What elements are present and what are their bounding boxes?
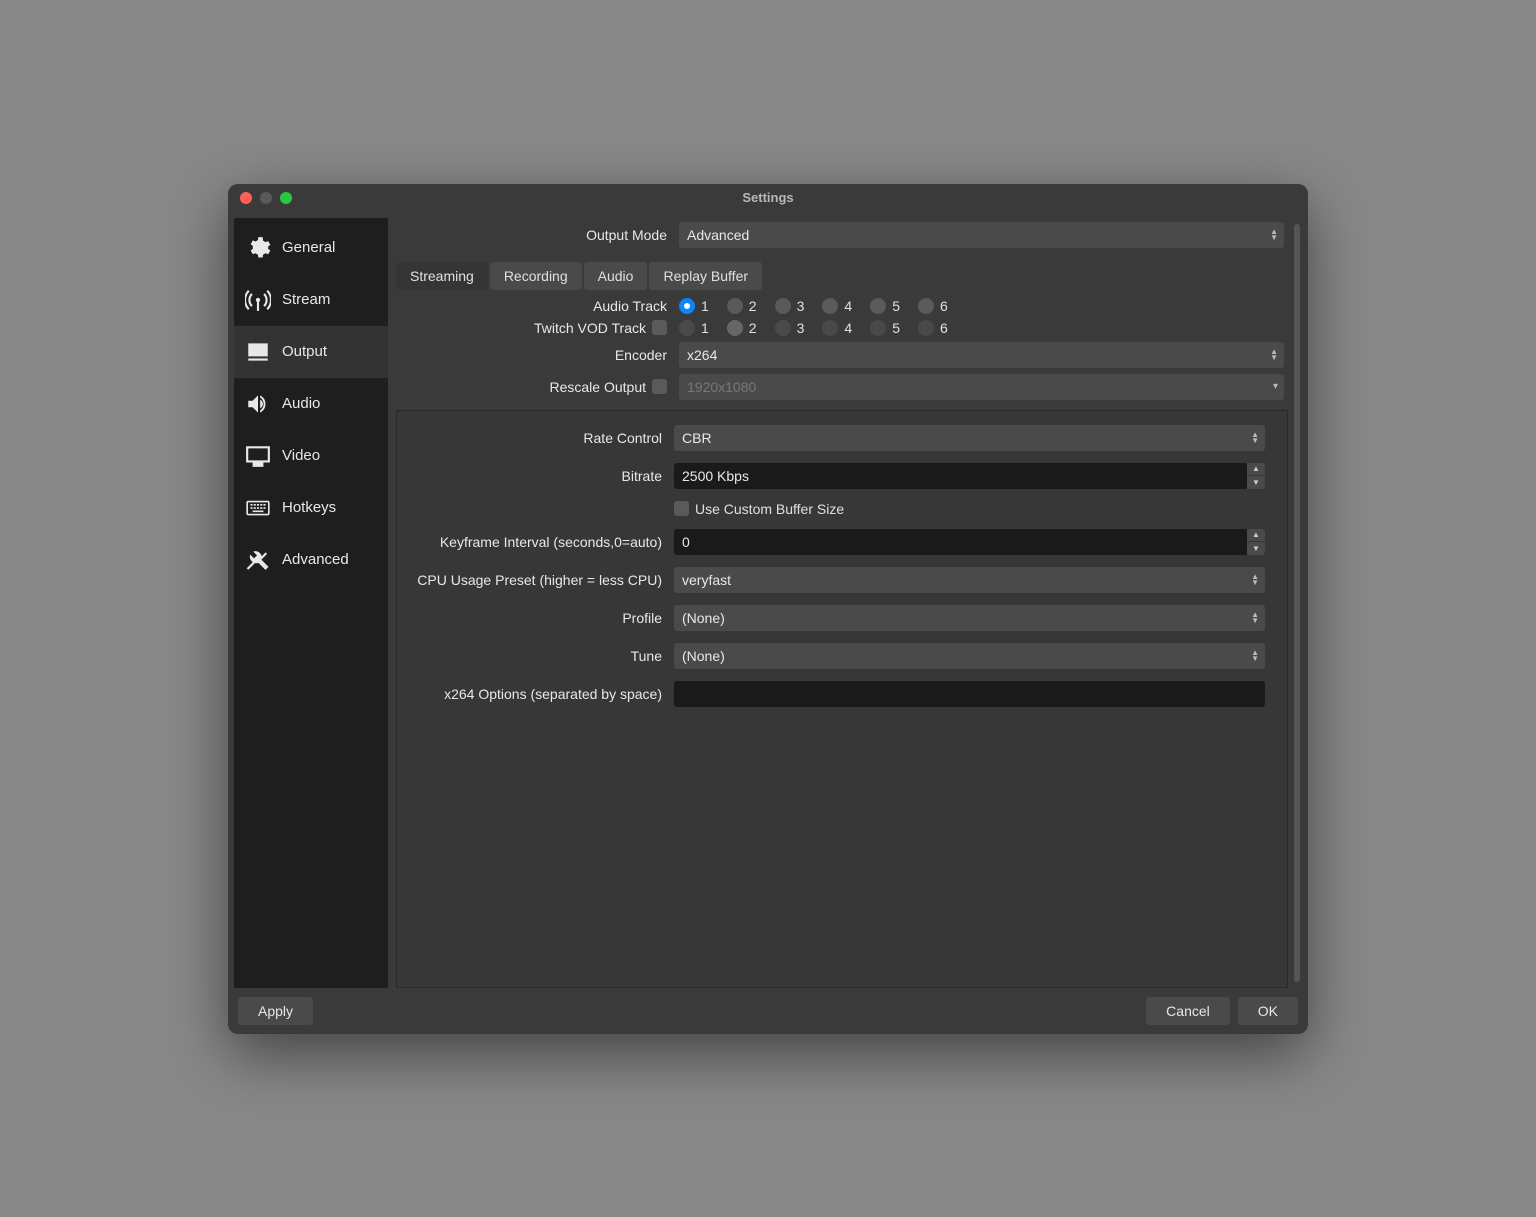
twitch-vod-checkbox[interactable]: [652, 320, 667, 335]
sidebar-item-stream[interactable]: Stream: [234, 274, 388, 326]
audio-track-label: Audio Track: [396, 298, 671, 314]
speaker-icon: [244, 390, 272, 418]
bitrate-value: 2500 Kbps: [682, 468, 749, 484]
spin-arrows-icon[interactable]: ▲▼: [1247, 463, 1265, 489]
audio-track-radio-5[interactable]: 5: [870, 298, 900, 314]
settings-sidebar: General Stream Output: [234, 218, 388, 988]
window-title: Settings: [228, 190, 1308, 205]
sidebar-item-hotkeys[interactable]: Hotkeys: [234, 482, 388, 534]
bitrate-input[interactable]: 2500 Kbps ▲▼: [674, 463, 1265, 489]
tab-recording[interactable]: Recording: [490, 262, 582, 290]
updown-icon: ▲▼: [1251, 432, 1259, 444]
profile-value: (None): [682, 610, 725, 626]
profile-label: Profile: [401, 610, 666, 626]
sidebar-item-label: Output: [282, 343, 327, 360]
twitch-vod-label: Twitch VOD Track: [534, 320, 646, 336]
rescale-label: Rescale Output: [550, 379, 647, 395]
encoder-value: x264: [687, 347, 717, 363]
updown-icon: ▲▼: [1270, 349, 1278, 361]
antenna-icon: [244, 286, 272, 314]
gear-icon: [244, 234, 272, 262]
tune-label: Tune: [401, 648, 666, 664]
spin-arrows-icon[interactable]: ▲▼: [1247, 529, 1265, 555]
tune-value: (None): [682, 648, 725, 664]
keyframe-label: Keyframe Interval (seconds,0=auto): [401, 534, 666, 550]
x264-opts-label: x264 Options (separated by space): [401, 686, 666, 702]
sidebar-item-label: Advanced: [282, 551, 349, 568]
cpu-preset-select[interactable]: veryfast ▲▼: [674, 567, 1265, 593]
titlebar: Settings: [228, 184, 1308, 212]
rate-control-label: Rate Control: [401, 430, 666, 446]
monitor-icon: [244, 442, 272, 470]
bitrate-label: Bitrate: [401, 468, 666, 484]
output-mode-value: Advanced: [687, 227, 749, 243]
updown-icon: ▲▼: [1251, 574, 1259, 586]
sidebar-item-label: Video: [282, 447, 320, 464]
keyboard-icon: [244, 494, 272, 522]
twitch-vod-radio-group: 1 2 3 4 5 6: [679, 320, 948, 336]
twitch-vod-radio-6[interactable]: 6: [918, 320, 948, 336]
output-tabs: Streaming Recording Audio Replay Buffer: [396, 262, 1302, 290]
rescale-select[interactable]: 1920x1080 ▾: [679, 374, 1284, 400]
dialog-footer: Apply Cancel OK: [228, 988, 1308, 1034]
sidebar-item-advanced[interactable]: Advanced: [234, 534, 388, 586]
scrollbar-vertical[interactable]: [1294, 224, 1300, 982]
twitch-vod-radio-5[interactable]: 5: [870, 320, 900, 336]
sidebar-item-video[interactable]: Video: [234, 430, 388, 482]
updown-icon: ▲▼: [1251, 612, 1259, 624]
settings-window: Settings General Stream: [228, 184, 1308, 1034]
sidebar-item-general[interactable]: General: [234, 222, 388, 274]
sidebar-item-audio[interactable]: Audio: [234, 378, 388, 430]
tools-icon: [244, 546, 272, 574]
sidebar-item-label: Audio: [282, 395, 320, 412]
tab-audio[interactable]: Audio: [584, 262, 648, 290]
rescale-checkbox[interactable]: [652, 379, 667, 394]
profile-select[interactable]: (None) ▲▼: [674, 605, 1265, 631]
encoder-select[interactable]: x264 ▲▼: [679, 342, 1284, 368]
sidebar-item-output[interactable]: Output: [234, 326, 388, 378]
monitor-output-icon: [244, 338, 272, 366]
audio-track-radio-6[interactable]: 6: [918, 298, 948, 314]
output-mode-select[interactable]: Advanced ▲▼: [679, 222, 1284, 248]
cpu-preset-value: veryfast: [682, 572, 731, 588]
updown-icon: ▲▼: [1270, 229, 1278, 241]
sidebar-item-label: General: [282, 239, 335, 256]
cancel-button[interactable]: Cancel: [1146, 997, 1230, 1025]
keyframe-value: 0: [682, 534, 690, 550]
audio-track-radio-4[interactable]: 4: [822, 298, 852, 314]
rate-control-value: CBR: [682, 430, 712, 446]
custom-buffer-label: Use Custom Buffer Size: [695, 501, 844, 517]
encoder-settings-panel: Rate Control CBR ▲▼ Bitrate 2500: [396, 410, 1288, 988]
tab-replay-buffer[interactable]: Replay Buffer: [649, 262, 762, 290]
twitch-vod-radio-1[interactable]: 1: [679, 320, 709, 336]
tune-select[interactable]: (None) ▲▼: [674, 643, 1265, 669]
twitch-vod-radio-3[interactable]: 3: [775, 320, 805, 336]
settings-content: Output Mode Advanced ▲▼ Streaming Record…: [388, 218, 1302, 988]
tab-streaming[interactable]: Streaming: [396, 262, 488, 290]
twitch-vod-radio-2[interactable]: 2: [727, 320, 757, 336]
output-mode-label: Output Mode: [396, 227, 671, 243]
updown-icon: ▲▼: [1251, 650, 1259, 662]
chevron-down-icon: ▾: [1273, 384, 1278, 390]
rate-control-select[interactable]: CBR ▲▼: [674, 425, 1265, 451]
ok-button[interactable]: OK: [1238, 997, 1298, 1025]
cpu-preset-label: CPU Usage Preset (higher = less CPU): [401, 572, 666, 588]
audio-track-radio-3[interactable]: 3: [775, 298, 805, 314]
custom-buffer-checkbox[interactable]: [674, 501, 689, 516]
audio-track-radio-2[interactable]: 2: [727, 298, 757, 314]
rescale-value: 1920x1080: [687, 379, 756, 395]
twitch-vod-radio-4[interactable]: 4: [822, 320, 852, 336]
keyframe-input[interactable]: 0 ▲▼: [674, 529, 1265, 555]
sidebar-item-label: Hotkeys: [282, 499, 336, 516]
audio-track-radio-group: 1 2 3 4 5 6: [679, 298, 948, 314]
sidebar-item-label: Stream: [282, 291, 330, 308]
apply-button[interactable]: Apply: [238, 997, 313, 1025]
encoder-label: Encoder: [396, 347, 671, 363]
x264-opts-input[interactable]: [674, 681, 1265, 707]
audio-track-radio-1[interactable]: 1: [679, 298, 709, 314]
